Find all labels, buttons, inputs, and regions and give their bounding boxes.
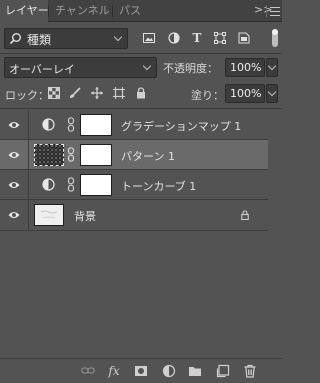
- layers-bottom-toolbar: fx: [0, 358, 282, 383]
- blend-mode-select[interactable]: オーバーレイ: [4, 57, 157, 78]
- tab-divider: [266, 5, 267, 17]
- tab-divider: [112, 5, 113, 17]
- layer-name[interactable]: パターン 1: [121, 148, 175, 164]
- lock-artboard-icon[interactable]: [113, 87, 125, 99]
- column-divider: [28, 140, 29, 170]
- filter-toggle-switch[interactable]: [272, 29, 278, 47]
- lock-row: ロック： 塗り： 100%: [0, 82, 282, 106]
- mask-link-icon[interactable]: [67, 117, 75, 132]
- eye-visibility-icon[interactable]: [8, 120, 20, 130]
- column-divider: [28, 170, 29, 200]
- gradient-map-adjustment-icon[interactable]: [42, 118, 55, 131]
- panel-tab-bar: レイヤー チャンネル パス >>: [0, 0, 282, 23]
- tab-paths[interactable]: パス: [119, 0, 141, 22]
- mask-link-icon[interactable]: [67, 147, 75, 162]
- new-layer-icon[interactable]: [216, 364, 230, 378]
- lock-image-pixels-icon[interactable]: [69, 87, 81, 99]
- column-divider: [28, 200, 29, 231]
- blend-mode-row: オーバーレイ 不透明度： 100%: [0, 55, 282, 79]
- mask-link-icon[interactable]: [67, 177, 75, 192]
- type-filter-icon[interactable]: T: [191, 32, 203, 44]
- layer-mask-thumbnail[interactable]: [80, 174, 112, 196]
- tab-divider: [48, 5, 49, 17]
- fill-label: 塗り：: [191, 89, 224, 102]
- adjustment-filter-icon[interactable]: [168, 32, 180, 44]
- background-preview-icon: [40, 210, 58, 219]
- layer-row[interactable]: パターン 1: [0, 140, 268, 170]
- layer-filter-row: 種類 T: [0, 26, 282, 52]
- shape-filter-icon[interactable]: [214, 32, 226, 44]
- blend-mode-value: オーバーレイ: [9, 63, 75, 76]
- opacity-label: 不透明度：: [163, 62, 218, 75]
- fill-dropdown-button[interactable]: [266, 84, 278, 103]
- new-adjustment-icon[interactable]: [162, 364, 176, 378]
- lock-label: ロック：: [5, 89, 49, 102]
- pattern-thumbnail[interactable]: [34, 144, 64, 166]
- chevron-down-icon: [267, 87, 277, 97]
- fill-input[interactable]: 100%: [225, 84, 265, 103]
- layer-lock-icon: [241, 210, 249, 220]
- hamburger-menu-icon[interactable]: [270, 7, 280, 16]
- background-thumbnail[interactable]: [34, 204, 64, 226]
- layer-row[interactable]: 背景: [0, 200, 268, 231]
- opacity-dropdown-button[interactable]: [266, 58, 278, 77]
- layer-mask-thumbnail[interactable]: [80, 144, 112, 166]
- lock-transparent-pixels-icon[interactable]: [48, 87, 60, 99]
- search-icon: [9, 33, 21, 45]
- new-group-icon[interactable]: [188, 364, 202, 378]
- chevron-down-icon: [113, 32, 123, 42]
- add-mask-icon[interactable]: [134, 364, 148, 378]
- divider: [0, 108, 282, 109]
- tab-channels[interactable]: チャンネル: [55, 0, 110, 22]
- eye-visibility-icon[interactable]: [8, 210, 20, 220]
- eye-visibility-icon[interactable]: [8, 150, 20, 160]
- layer-name[interactable]: トーンカーブ 1: [121, 178, 196, 194]
- opacity-input[interactable]: 100%: [225, 58, 265, 77]
- layer-row[interactable]: グラデーションマップ 1: [0, 110, 268, 140]
- fx-icon[interactable]: fx: [106, 364, 122, 378]
- chevron-down-icon: [142, 61, 152, 71]
- tab-layers[interactable]: レイヤー: [0, 0, 49, 23]
- column-divider: [28, 110, 29, 140]
- link-layers-icon[interactable]: [81, 364, 95, 378]
- eye-visibility-icon[interactable]: [8, 180, 20, 190]
- layer-name[interactable]: グラデーションマップ 1: [121, 118, 241, 134]
- lock-position-icon[interactable]: [91, 87, 103, 99]
- layer-mask-thumbnail[interactable]: [80, 114, 112, 136]
- pattern-texture-icon: [35, 145, 63, 165]
- curves-adjustment-icon[interactable]: [42, 178, 55, 191]
- lock-all-icon[interactable]: [135, 87, 147, 99]
- layer-row[interactable]: トーンカーブ 1: [0, 170, 268, 200]
- fill-value: 100%: [230, 87, 262, 100]
- filter-kind-select[interactable]: 種類: [4, 28, 128, 49]
- chevron-down-icon: [267, 61, 277, 71]
- image-filter-icon[interactable]: [143, 32, 155, 44]
- opacity-value: 100%: [230, 61, 262, 74]
- divider: [0, 53, 282, 54]
- layer-list-scrollbar[interactable]: [268, 111, 282, 357]
- smart-object-filter-icon[interactable]: [238, 32, 250, 44]
- layer-name[interactable]: 背景: [74, 208, 96, 224]
- delete-icon[interactable]: [243, 364, 257, 378]
- filter-kind-label: 種類: [27, 33, 52, 47]
